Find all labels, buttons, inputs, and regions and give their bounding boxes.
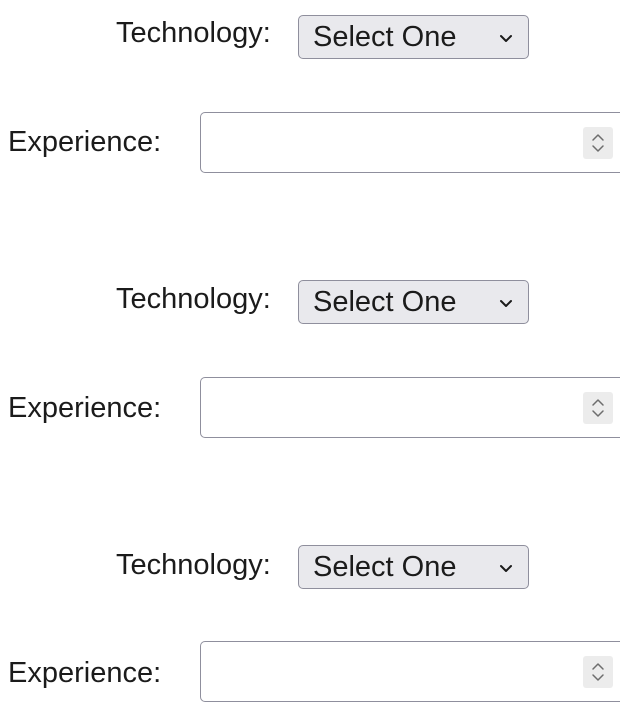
chevron-down-icon (500, 300, 512, 307)
experience-input[interactable] (200, 112, 620, 173)
technology-select-value: Select One (313, 285, 457, 318)
spinner-arrows-icon[interactable] (583, 656, 613, 688)
experience-input[interactable] (200, 377, 620, 438)
technology-select[interactable]: Select One (298, 545, 529, 589)
spinner-arrows-icon[interactable] (583, 392, 613, 424)
spinner-arrows-icon[interactable] (583, 127, 613, 159)
technology-select[interactable]: Select One (298, 280, 529, 324)
technology-select-value: Select One (313, 20, 457, 53)
technology-label: Technology: (116, 17, 271, 49)
experience-label: Experience: (8, 657, 162, 689)
experience-label: Experience: (8, 126, 162, 158)
experience-label: Experience: (8, 392, 162, 424)
technology-label: Technology: (116, 549, 271, 581)
technology-label: Technology: (116, 283, 271, 315)
technology-select-value: Select One (313, 550, 457, 583)
chevron-down-icon (500, 35, 512, 42)
technology-select[interactable]: Select One (298, 15, 529, 59)
chevron-down-icon (500, 565, 512, 572)
experience-input[interactable] (200, 641, 620, 702)
